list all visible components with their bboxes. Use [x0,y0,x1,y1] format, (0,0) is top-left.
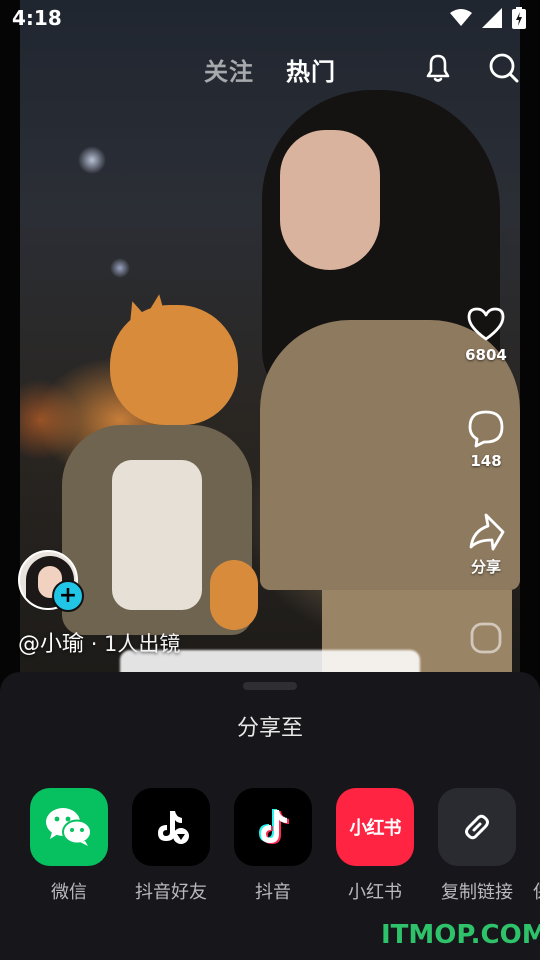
status-bar: 4:18 [0,0,540,36]
share-button[interactable]: 分享 [462,512,510,577]
share-target-xiaohongshu[interactable]: 小红书 小红书 [330,788,420,904]
heart-icon [467,307,505,341]
sheet-handle[interactable] [243,682,297,690]
letterbox-right [520,0,540,700]
share-target-wechat[interactable]: 微信 [24,788,114,904]
tab-hot[interactable]: 热门 [286,52,336,87]
link-icon [438,788,516,866]
share-sheet: 分享至 微信 抖音好友 抖音 小红书 小红书 复制链接 [0,672,540,960]
signal-icon [482,8,502,28]
tab-follow[interactable]: 关注 [204,52,254,87]
wifi-icon [450,9,472,26]
comment-icon [468,410,504,448]
top-tabs: 关注 热门 [0,50,540,90]
author-line[interactable]: @小瑜 · 1人出镜 [18,626,180,658]
follow-plus-icon[interactable]: + [52,580,84,612]
video-woman-face [280,130,380,270]
status-time: 4:18 [12,6,62,30]
share-target-douyin-friends[interactable]: 抖音好友 [126,788,216,904]
sheet-title: 分享至 [236,716,303,741]
watermark: ITMOP.COM [381,920,540,950]
xiaohongshu-icon: 小红书 [336,788,414,866]
author-name[interactable]: @小瑜 [18,632,84,657]
share-label: 分享 [470,558,501,576]
like-button[interactable]: 6804 [462,306,510,364]
comment-button[interactable]: 148 [462,408,510,470]
wechat-icon [30,788,108,866]
like-count: 6804 [465,346,507,364]
share-targets: 微信 抖音好友 抖音 小红书 小红书 复制链接 [0,788,540,918]
bell-icon[interactable] [420,50,456,86]
comment-count: 148 [470,452,502,470]
video-cat-arm [210,560,258,630]
share-target-douyin[interactable]: 抖音 [228,788,318,904]
search-icon[interactable] [486,50,522,86]
share-label-douyin-friends: 抖音好友 [135,882,207,903]
letterbox-left [0,0,20,700]
video-cat-head [110,305,238,425]
share-label-douyin: 抖音 [255,882,291,903]
douyin-icon [234,788,312,866]
share-label-partial: 保 [533,878,540,904]
douyin-friends-icon [132,788,210,866]
author-tag: · 1人出镜 [84,632,181,656]
share-label-wechat: 微信 [51,882,87,903]
share-label-copy-link: 复制链接 [441,882,513,903]
collect-icon [470,622,502,654]
share-label-xiaohongshu: 小红书 [348,882,402,903]
xiaohongshu-logo-text: 小红书 [349,818,402,839]
author-avatar-group[interactable]: + [18,550,84,612]
video-cat-shirt [112,460,202,610]
collect-button[interactable] [462,618,510,658]
battery-icon [512,7,526,29]
share-target-copy-link[interactable]: 复制链接 [432,788,522,904]
status-icons [450,7,526,29]
share-arrow-icon [469,513,505,551]
